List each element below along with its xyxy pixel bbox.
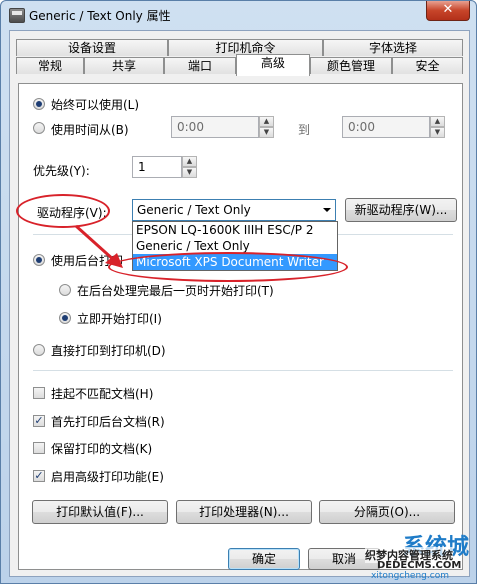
hold-mismatched-checkbox[interactable] <box>33 387 45 399</box>
always-available-label: 始终可以使用(L) <box>51 98 140 112</box>
driver-selected-value: Generic / Text Only <box>137 203 251 217</box>
priority-label: 优先级(Y): <box>33 164 90 178</box>
new-driver-button[interactable]: 新驱动程序(W)... <box>345 198 457 222</box>
available-from-radio[interactable] <box>33 122 45 134</box>
watermark-url: xitongcheng.com <box>371 571 449 581</box>
to-time-spinner[interactable]: ▲ ▼ <box>430 116 445 138</box>
to-time-field[interactable]: 0:00 <box>342 116 430 138</box>
start-immediately-radio[interactable] <box>59 312 71 324</box>
advanced-tab-page: 始终可以使用(L) 使用时间从(B) 0:00 ▲ ▼ 到 0:00 ▲ ▼ 优先级… <box>18 83 463 570</box>
tab-font-selection[interactable]: 字体选择 <box>323 39 463 56</box>
driver-combobox[interactable]: Generic / Text Only <box>132 199 336 221</box>
hold-mismatched-label: 挂起不匹配文档(H) <box>51 387 154 401</box>
watermark: 系统城 织梦内容管理系统 DEDECMS.COM xitongcheng.com <box>363 529 476 581</box>
tab-device-settings[interactable]: 设备设置 <box>16 39 168 56</box>
tab-sharing[interactable]: 共享 <box>84 57 164 74</box>
tab-general[interactable]: 常规 <box>16 57 84 74</box>
printer-icon <box>9 8 25 23</box>
driver-option[interactable]: EPSON LQ-1600K IIIH ESC/P 2 <box>133 222 337 238</box>
priority-field[interactable]: 1 <box>132 156 182 178</box>
print-defaults-button[interactable]: 打印默认值(F)... <box>32 500 168 524</box>
keep-printed-label: 保留打印的文档(K) <box>51 442 153 456</box>
print-processor-button[interactable]: 打印处理器(N)... <box>176 500 312 524</box>
available-from-label: 使用时间从(B) <box>51 123 129 137</box>
from-time-field[interactable]: 0:00 <box>171 116 259 138</box>
tab-row-front: 常规 共享 端口 高级 颜色管理 安全 <box>16 54 463 76</box>
separator-page-button[interactable]: 分隔页(O)... <box>319 500 455 524</box>
print-spooled-first-checkbox[interactable]: ✓ <box>33 415 45 427</box>
print-spooled-first-label: 首先打印后台文档(R) <box>51 415 165 429</box>
properties-window: Generic / Text Only 属性 ✕ 设备设置 打印机命令 字体选择… <box>0 0 477 584</box>
tab-color-management[interactable]: 颜色管理 <box>310 57 392 74</box>
from-time-spinner[interactable]: ▲ ▼ <box>259 116 274 138</box>
tab-ports[interactable]: 端口 <box>164 57 236 74</box>
title-bar[interactable]: Generic / Text Only 属性 ✕ <box>1 1 476 29</box>
always-available-radio[interactable] <box>33 98 45 110</box>
close-button[interactable]: ✕ <box>426 1 470 21</box>
annotation-ellipse-xps-option <box>108 252 348 282</box>
chevron-down-icon[interactable] <box>323 208 331 212</box>
tab-advanced[interactable]: 高级 <box>236 54 310 76</box>
watermark-line2: DEDECMS.COM <box>377 560 462 571</box>
separator-line <box>33 370 453 371</box>
use-spool-radio[interactable] <box>33 254 45 266</box>
ok-button[interactable]: 确定 <box>228 548 300 570</box>
keep-printed-checkbox[interactable] <box>33 442 45 454</box>
start-immediately-label: 立即开始打印(I) <box>77 312 162 326</box>
start-after-last-page-radio[interactable] <box>59 284 71 296</box>
tab-security[interactable]: 安全 <box>392 57 463 74</box>
window-title: Generic / Text Only 属性 <box>29 9 171 23</box>
advanced-features-checkbox[interactable]: ✓ <box>33 470 45 482</box>
print-direct-radio[interactable] <box>33 344 45 356</box>
to-label: 到 <box>298 123 311 137</box>
print-direct-label: 直接打印到打印机(D) <box>51 344 166 358</box>
annotation-arrow-icon <box>74 224 123 268</box>
start-after-last-page-label: 在后台处理完最后一页时开始打印(T) <box>77 284 274 298</box>
dialog-body: 设备设置 打印机命令 字体选择 常规 共享 端口 高级 颜色管理 安全 始终可以… <box>9 30 470 577</box>
advanced-features-label: 启用高级打印功能(E) <box>51 470 164 484</box>
priority-spinner[interactable]: ▲ ▼ <box>182 156 197 178</box>
